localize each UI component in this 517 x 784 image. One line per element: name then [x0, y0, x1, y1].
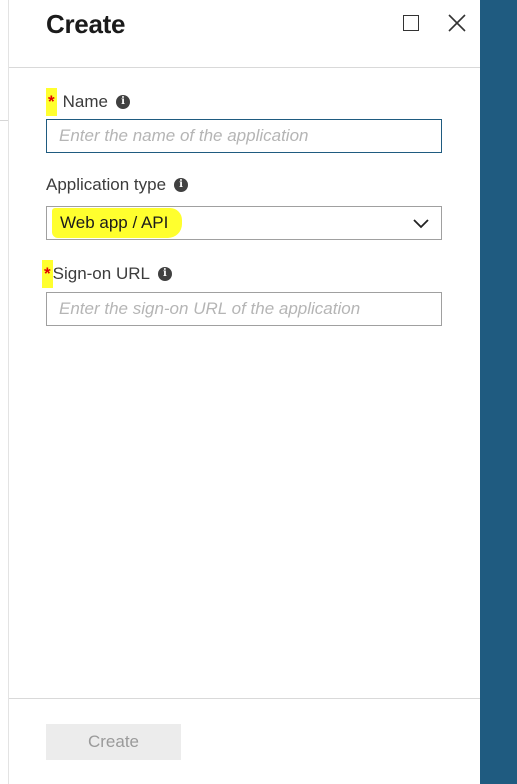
- sign-on-url-label: Sign-on URL: [52, 264, 150, 283]
- blade-header: Create: [9, 0, 480, 68]
- sign-on-url-input[interactable]: [46, 292, 442, 326]
- application-type-label: Application type: [46, 175, 167, 194]
- background-divider: [0, 120, 8, 121]
- blade-title: Create: [46, 9, 126, 39]
- info-icon[interactable]: i: [174, 178, 189, 192]
- blade-footer: Create: [9, 698, 480, 784]
- sign-on-url-label-row: * Sign-on URL i: [42, 260, 172, 288]
- info-icon[interactable]: i: [115, 95, 130, 109]
- portal-side-bar: [480, 0, 517, 784]
- application-type-value: Web app / API: [52, 208, 183, 238]
- info-icon[interactable]: i: [157, 267, 172, 281]
- create-button[interactable]: Create: [46, 724, 181, 760]
- name-label: Name: [62, 92, 108, 111]
- required-marker: *: [42, 260, 53, 288]
- required-marker: *: [46, 88, 57, 116]
- close-icon[interactable]: [447, 13, 467, 33]
- maximize-icon[interactable]: [403, 15, 419, 31]
- name-label-row: * Name i: [46, 88, 130, 116]
- background-blade-edge: [0, 0, 9, 784]
- application-type-select[interactable]: Web app / API: [46, 206, 442, 240]
- page: Create * Name i Application type i Web a…: [0, 0, 517, 784]
- chevron-down-icon: [413, 219, 429, 229]
- create-blade: Create * Name i Application type i Web a…: [9, 0, 480, 784]
- name-input[interactable]: [46, 119, 442, 153]
- application-type-label-row: Application type i: [46, 175, 189, 195]
